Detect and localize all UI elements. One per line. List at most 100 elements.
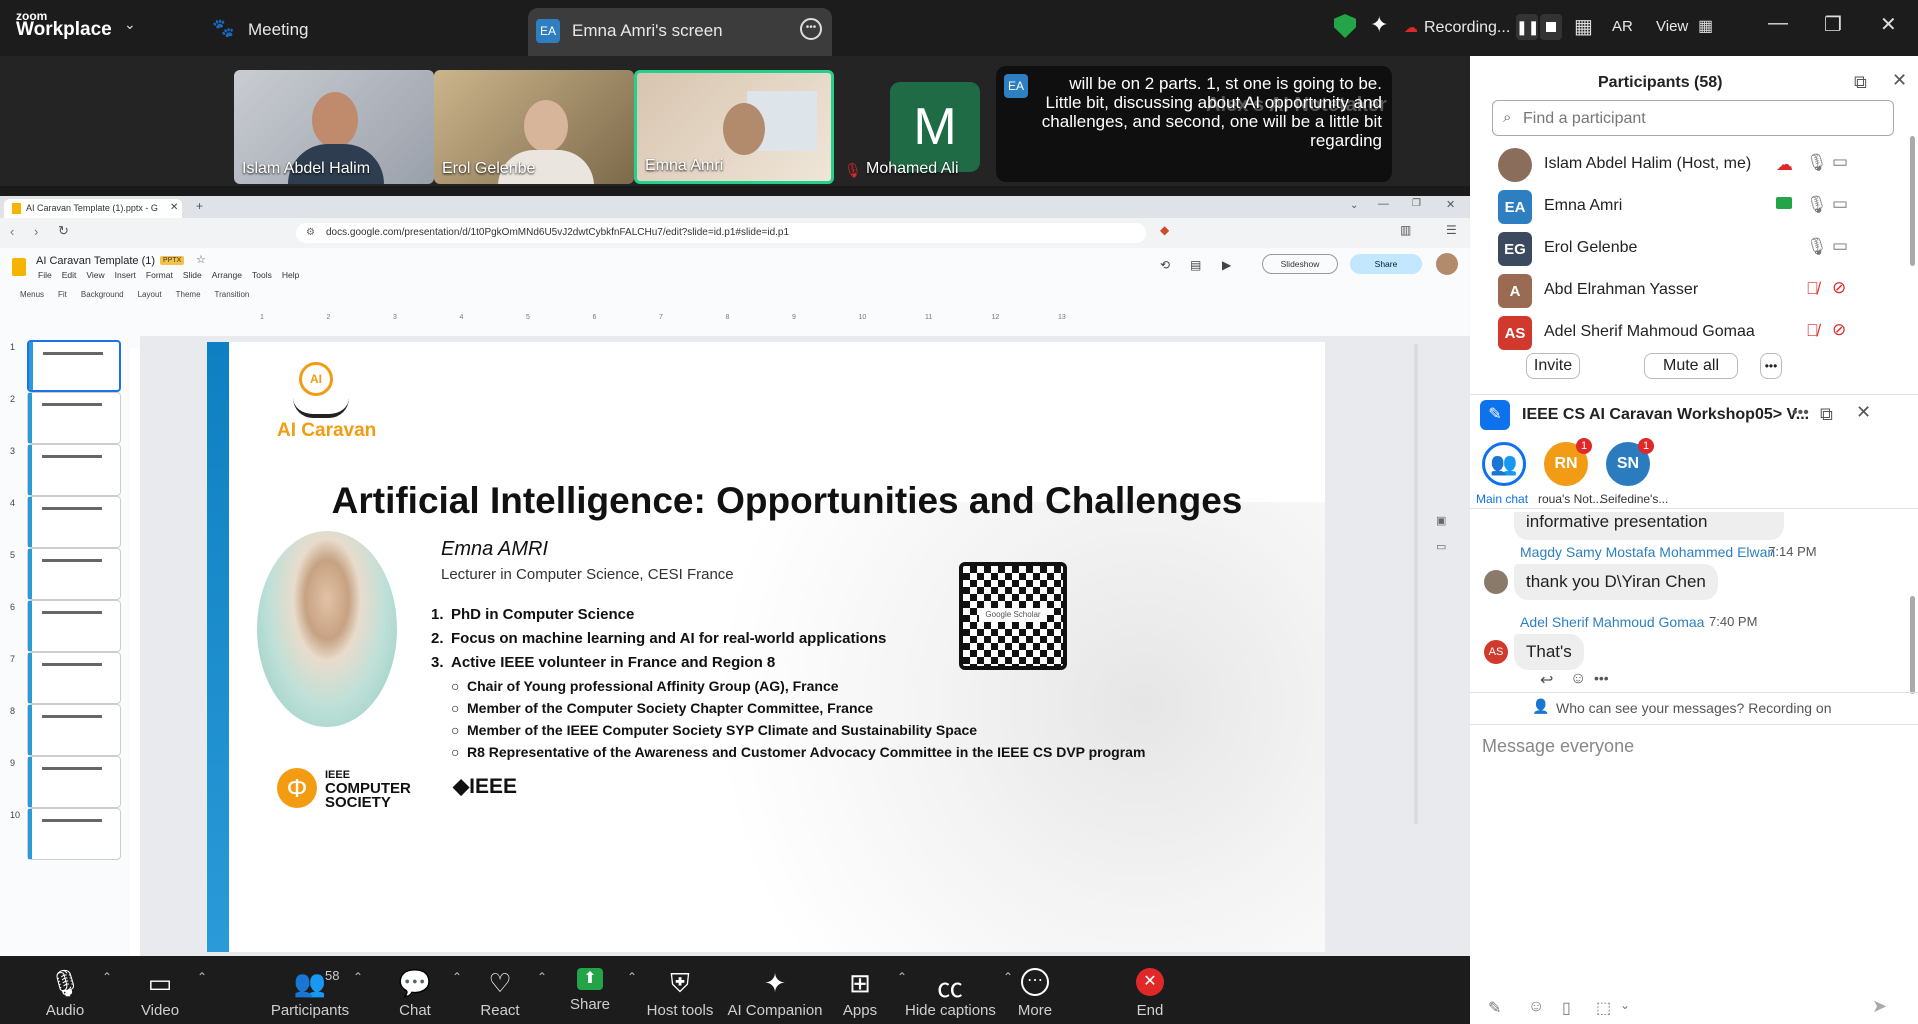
- share-doc-button[interactable]: Share: [1350, 254, 1422, 274]
- toolbar-end-button[interactable]: ✕ End: [1105, 956, 1195, 1024]
- popout-icon[interactable]: ⧉: [1854, 72, 1867, 93]
- meet-icon[interactable]: ▶: [1222, 258, 1231, 272]
- mic-icon[interactable]: 🎙: [1806, 195, 1828, 215]
- back-icon[interactable]: ‹: [10, 224, 14, 239]
- slide-thumbnail[interactable]: [27, 600, 121, 652]
- chat-close-icon[interactable]: ✕: [1856, 402, 1871, 423]
- menu-item[interactable]: Help: [282, 270, 299, 280]
- more-options-icon[interactable]: •••: [800, 18, 822, 40]
- chevron-up-icon[interactable]: ⌃: [102, 970, 112, 984]
- mic-muted-icon[interactable]: 🎙̸: [1806, 279, 1819, 299]
- pause-recording-icon[interactable]: ❚❚: [1516, 14, 1539, 40]
- toolbar-share-button[interactable]: ⬆ Share: [545, 956, 635, 1024]
- canvas-scrollbar[interactable]: [1414, 344, 1418, 824]
- browser-tab[interactable]: AI Caravan Template (1).pptx - G ✕: [4, 199, 182, 218]
- more-participant-options-icon[interactable]: •••: [1760, 353, 1782, 379]
- toolbar-audio-button[interactable]: 🎙 Audio: [20, 956, 110, 1024]
- slide-thumbnail[interactable]: [27, 496, 121, 548]
- menu-item[interactable]: Insert: [115, 270, 136, 280]
- win-restore-icon[interactable]: ❐: [1412, 198, 1421, 209]
- video-tile-active[interactable]: Emna Amri: [634, 70, 834, 184]
- user-avatar[interactable]: [1436, 253, 1458, 275]
- view-grid-icon[interactable]: ▦: [1698, 16, 1713, 36]
- toolbar-participants-button[interactable]: 👥 Participants 58: [265, 956, 355, 1024]
- camera-off-icon[interactable]: ⊘: [1832, 278, 1846, 298]
- message-sender[interactable]: Adel Sherif Mahmoud Gomaa: [1520, 614, 1704, 630]
- message-more-icon[interactable]: •••: [1594, 670, 1609, 686]
- mic-icon[interactable]: 🎙: [1806, 237, 1828, 257]
- message-sender[interactable]: Magdy Samy Mostafa Mohammed Elwan: [1520, 544, 1775, 560]
- slide-thumbnail[interactable]: [27, 548, 121, 600]
- mic-muted-icon[interactable]: 🎙̸: [1806, 321, 1819, 341]
- slide-thumbnail[interactable]: [27, 652, 121, 704]
- slide-thumbnail[interactable]: [27, 704, 121, 756]
- participant-row[interactable]: AS Adel Sherif Mahmoud Gomaa 🎙̸ ⊘: [1470, 308, 1918, 358]
- star-icon[interactable]: ☆: [196, 253, 206, 266]
- minimize-icon[interactable]: —: [1768, 12, 1788, 35]
- reload-icon[interactable]: ↻: [58, 223, 69, 239]
- menu-item[interactable]: View: [86, 270, 104, 280]
- camera-icon[interactable]: ▭: [1832, 194, 1848, 214]
- side-tool-icon[interactable]: ▣: [1436, 514, 1446, 527]
- slide-thumbnail[interactable]: [27, 756, 121, 808]
- comment-icon[interactable]: ▤: [1190, 258, 1201, 272]
- slide-thumbnail[interactable]: [27, 392, 121, 444]
- camera-icon[interactable]: ▭: [1832, 236, 1848, 256]
- menu-item[interactable]: Format: [146, 270, 173, 280]
- toolbar-ai-button[interactable]: ✦ AI Companion: [720, 956, 830, 1024]
- mute-all-button[interactable]: Mute all: [1644, 353, 1738, 379]
- attach-chevron-icon[interactable]: ⌄: [1620, 998, 1630, 1012]
- slide-thumbnail[interactable]: [27, 808, 121, 860]
- chat-tab[interactable]: SN 1 Seifedine's...: [1600, 438, 1668, 512]
- emoji-react-icon[interactable]: ☺: [1570, 670, 1586, 688]
- doc-title[interactable]: AI Caravan Template (1): [36, 255, 155, 267]
- menu-item[interactable]: Arrange: [212, 270, 242, 280]
- toolbar-more-button[interactable]: ⋯ More: [990, 956, 1080, 1024]
- toolbar-react-button[interactable]: ♡ React: [455, 956, 545, 1024]
- toolbar-item[interactable]: Layout: [138, 290, 162, 299]
- participant-search[interactable]: ⌕ Find a participant: [1492, 100, 1894, 136]
- menu-item[interactable]: Edit: [62, 270, 77, 280]
- menu-item[interactable]: Tools: [252, 270, 272, 280]
- toolbar-item[interactable]: Transition: [215, 290, 250, 299]
- win-minimize-icon[interactable]: —: [1378, 198, 1389, 210]
- forward-icon[interactable]: ›: [34, 224, 38, 239]
- language-code[interactable]: AR: [1612, 18, 1633, 35]
- share-tab[interactable]: EA Emna Amri's screen •••: [528, 8, 832, 56]
- side-tool-icon-2[interactable]: ▭: [1436, 540, 1446, 553]
- toolbar-captions-button[interactable]: ㏄ Hide captions: [905, 956, 996, 1024]
- chat-notice[interactable]: Who can see your messages? Recording on: [1556, 700, 1831, 716]
- toolbar-item[interactable]: Theme: [176, 290, 201, 299]
- video-tile[interactable]: Islam Abdel Halim: [234, 70, 434, 184]
- toolbar-host-button[interactable]: ⛨ Host tools: [635, 956, 725, 1024]
- browser-menu-icon[interactable]: ☰: [1446, 223, 1457, 237]
- emoji-icon[interactable]: ☺: [1528, 998, 1544, 1016]
- restore-icon[interactable]: ❐: [1824, 12, 1842, 37]
- chevron-up-icon[interactable]: ⌃: [197, 970, 207, 984]
- history-icon[interactable]: ⟲: [1160, 258, 1170, 272]
- chat-tab[interactable]: 👥 Main chat: [1476, 442, 1538, 512]
- chevron-up-icon[interactable]: ⌃: [353, 970, 363, 984]
- slide-thumbnail-selected[interactable]: [27, 340, 121, 392]
- file-icon[interactable]: ▯: [1562, 998, 1571, 1018]
- side-panel-icon[interactable]: ▥: [1400, 223, 1411, 237]
- site-info-icon[interactable]: ⚙: [306, 227, 315, 238]
- stop-recording-icon[interactable]: [1540, 14, 1562, 40]
- invite-button[interactable]: Invite: [1526, 353, 1580, 379]
- win-close-icon[interactable]: ✕: [1446, 198, 1455, 211]
- camera-icon[interactable]: ▭: [1832, 152, 1848, 172]
- close-panel-icon[interactable]: ✕: [1892, 70, 1907, 91]
- video-tile[interactable]: M 🎙 Mohamed Ali: [838, 70, 998, 184]
- chat-more-icon[interactable]: •••: [1792, 404, 1809, 422]
- reply-icon[interactable]: ↩: [1540, 670, 1553, 690]
- menu-item[interactable]: File: [38, 270, 52, 280]
- shared-screen[interactable]: AI Caravan Template (1).pptx - G ✕ + ⌄ —…: [0, 196, 1470, 956]
- grid-icon[interactable]: ▦: [1574, 14, 1593, 39]
- camera-off-icon[interactable]: ⊘: [1832, 320, 1846, 340]
- toolbar-item[interactable]: Background: [81, 290, 124, 299]
- slide-thumbnail[interactable]: [27, 444, 121, 496]
- close-icon[interactable]: ✕: [1880, 12, 1897, 37]
- chevron-down-icon[interactable]: ⌄: [124, 16, 136, 33]
- list-scrollbar[interactable]: [1910, 136, 1915, 266]
- mic-icon[interactable]: 🎙: [1806, 153, 1828, 173]
